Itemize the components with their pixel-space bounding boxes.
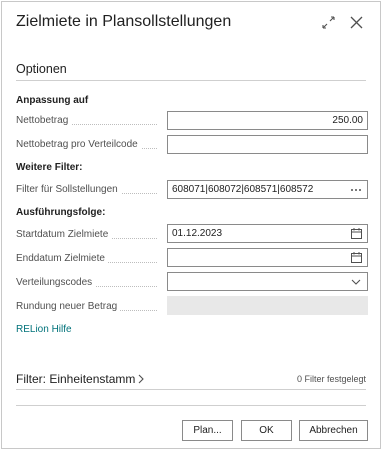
calendar-icon[interactable]: [349, 252, 363, 263]
chevron-down-icon[interactable]: [349, 279, 363, 285]
close-icon[interactable]: [348, 14, 364, 30]
group-adjustment: Anpassung auf: [16, 95, 89, 106]
group-sequence: Ausführungsfolge:: [16, 207, 106, 218]
dialog-title: Zielmiete in Plansollstellungen: [16, 13, 232, 30]
title-actions: [320, 14, 364, 30]
relion-help-link[interactable]: RELion Hilfe: [16, 324, 72, 335]
dist-codes-select[interactable]: [167, 272, 368, 291]
filter-divider: [16, 389, 366, 390]
net-amount-input[interactable]: 250.00: [167, 111, 368, 130]
net-amount-value: 250.00: [332, 115, 363, 126]
group-filters: Weitere Filter:: [16, 162, 83, 173]
plan-button[interactable]: Plan...: [182, 420, 233, 441]
filter-postings-label: Filter für Sollstellungen: [16, 184, 161, 195]
filter-count: 0 Filter festgelegt: [296, 374, 366, 384]
net-amount-label-text: Nettobetrag: [16, 115, 72, 126]
filter-section-header[interactable]: Filter: Einheitenstamm 0 Filter festgele…: [16, 372, 366, 386]
ellipsis-icon[interactable]: [349, 188, 363, 192]
net-amount-label: Nettobetrag: [16, 115, 161, 126]
filter-postings-value: 608071|608072|608571|608572: [172, 184, 314, 195]
net-amount-dist-input[interactable]: [167, 135, 368, 154]
start-date-label: Startdatum Zielmiete: [16, 229, 161, 240]
footer-divider: [16, 405, 366, 406]
filter-postings-input[interactable]: 608071|608072|608571|608572: [167, 180, 368, 199]
rounding-label-text: Rundung neuer Betrag: [16, 301, 121, 312]
calendar-icon[interactable]: [349, 228, 363, 239]
end-date-label-text: Enddatum Zielmiete: [16, 253, 108, 264]
net-amount-dist-label: Nettobetrag pro Verteilcode: [16, 139, 161, 150]
chevron-right-icon[interactable]: [138, 374, 145, 384]
filter-section-title[interactable]: Filter: Einheitenstamm: [16, 372, 135, 386]
cancel-button[interactable]: Abbrechen: [299, 420, 368, 441]
rounding-label: Rundung neuer Betrag: [16, 301, 161, 312]
dialog: Zielmiete in Plansollstellungen Optionen…: [1, 1, 381, 449]
filter-postings-label-text: Filter für Sollstellungen: [16, 184, 121, 195]
options-heading[interactable]: Optionen: [16, 62, 67, 76]
start-date-value: 01.12.2023: [172, 228, 223, 239]
options-divider: [16, 80, 366, 81]
net-amount-dist-label-text: Nettobetrag pro Verteilcode: [16, 139, 141, 150]
end-date-input[interactable]: [167, 248, 368, 267]
expand-icon[interactable]: [320, 14, 336, 30]
start-date-label-text: Startdatum Zielmiete: [16, 229, 112, 240]
start-date-input[interactable]: 01.12.2023: [167, 224, 368, 243]
end-date-label: Enddatum Zielmiete: [16, 253, 161, 264]
dist-codes-label: Verteilungscodes: [16, 277, 161, 288]
dist-codes-label-text: Verteilungscodes: [16, 277, 96, 288]
rounding-input: [167, 296, 368, 315]
ok-button[interactable]: OK: [241, 420, 292, 441]
